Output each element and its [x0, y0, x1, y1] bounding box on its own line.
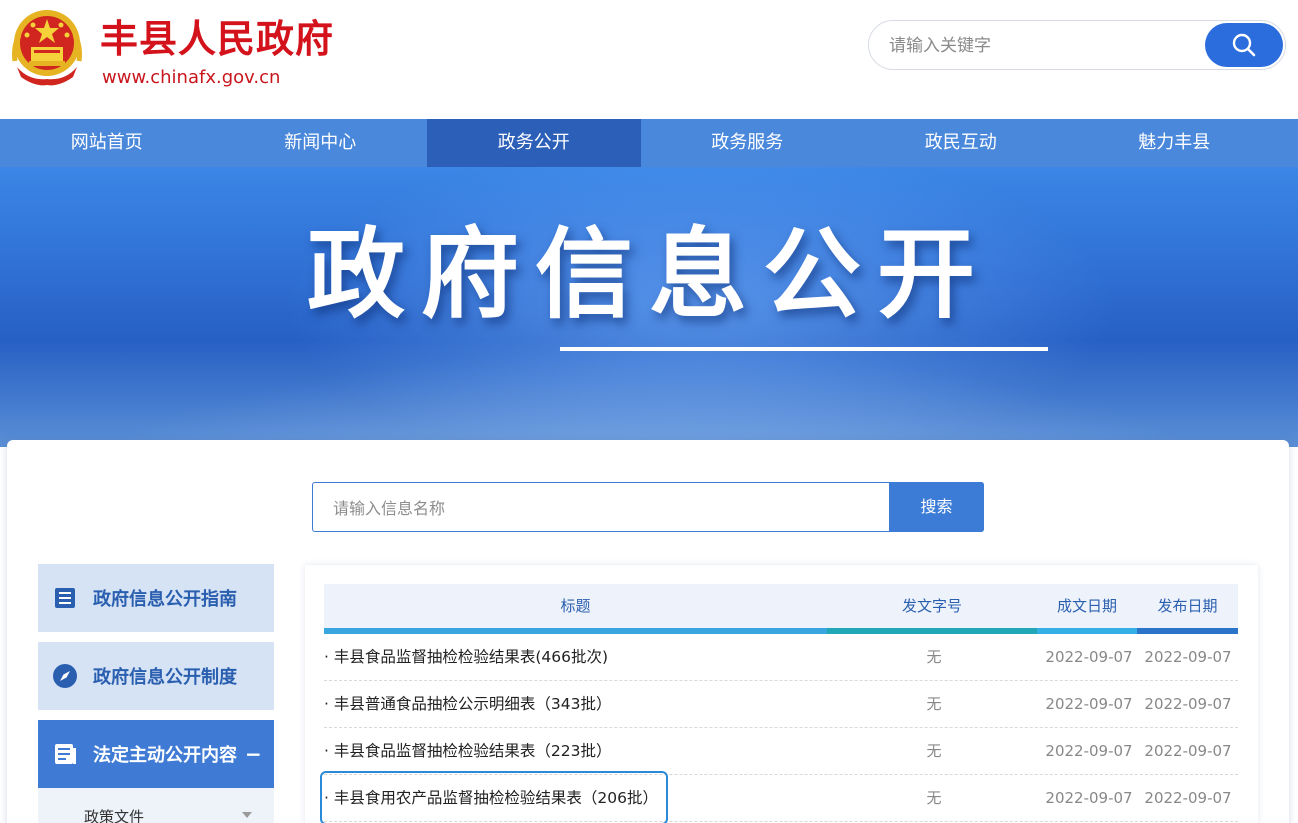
row-published-date: 2022-09-07	[1144, 648, 1232, 666]
row-title-link[interactable]: · 丰县普通食品抽检公示明细表（343批）	[324, 681, 611, 727]
site-search-input[interactable]	[889, 33, 1189, 59]
banner-hill	[0, 317, 1298, 447]
row-published-date: 2022-09-07	[1144, 742, 1232, 760]
nav-item-gov-services[interactable]: 政务服务	[641, 119, 855, 167]
row-doc-number: 无	[926, 742, 942, 760]
row-doc-number: 无	[926, 648, 942, 666]
sidebar-item-statutory-content[interactable]: 法定主动公开内容 −	[38, 720, 274, 788]
site-url[interactable]: www.chinafx.gov.cn	[102, 66, 280, 90]
site-title[interactable]: 丰县人民政府	[100, 14, 334, 64]
row-created-date: 2022-09-07	[1045, 648, 1133, 666]
nav-item-gov-affairs-open[interactable]: 政务公开	[427, 119, 641, 167]
main-nav: 网站首页 新闻中心 政务公开 政务服务 政民互动 魅力丰县	[0, 119, 1298, 167]
site-search-box	[868, 20, 1286, 70]
banner-title: 政府信息公开	[306, 218, 991, 332]
site-search-button[interactable]	[1205, 23, 1283, 67]
banner-underline	[560, 347, 1048, 351]
info-search-button[interactable]: 搜索	[889, 482, 984, 532]
sidebar-subitem-policy-docs[interactable]: 政策文件	[38, 788, 274, 823]
column-header-published-date: 发布日期	[1157, 597, 1218, 615]
row-title-link[interactable]: · 丰县食品监督抽检检验结果表（223批）	[324, 728, 611, 774]
sidebar-item-disclosure-guide[interactable]: 政府信息公开指南	[38, 564, 274, 632]
nav-item-news[interactable]: 新闻中心	[214, 119, 428, 167]
table-row: · 丰县食用农产品监督抽检检验结果表（206批） 无 2022-09-07 20…	[320, 771, 1238, 823]
sidebar-subitem-label: 政策文件	[84, 808, 145, 823]
nav-item-charm-fengxian[interactable]: 魅力丰县	[1068, 119, 1282, 167]
row-title-link[interactable]: · 丰县食用农产品监督抽检检验结果表（206批）	[320, 771, 668, 823]
hero-banner: 政府信息公开	[0, 167, 1298, 447]
sidebar-item-label: 政府信息公开指南	[93, 589, 237, 610]
table-header: 标题 发文字号 成文日期 发布日期	[324, 584, 1238, 634]
table-row: · 丰县食品监督抽检检验结果表(466批次) 无 2022-09-07 2022…	[324, 634, 1238, 681]
row-doc-number: 无	[926, 789, 942, 807]
row-published-date: 2022-09-07	[1144, 789, 1232, 807]
column-header-doc-number: 发文字号	[901, 597, 962, 615]
nav-item-interaction[interactable]: 政民互动	[854, 119, 1068, 167]
sidebar-item-label: 政府信息公开制度	[93, 667, 237, 688]
row-title-link[interactable]: · 丰县食品监督抽检检验结果表(466批次)	[324, 634, 608, 680]
nav-item-home[interactable]: 网站首页	[0, 119, 214, 167]
table-row: · 丰县食品监督抽检检验结果表（223批） 无 2022-09-07 2022-…	[324, 728, 1238, 775]
collapse-toggle[interactable]: −	[245, 742, 262, 766]
row-doc-number: 无	[926, 695, 942, 713]
national-emblem-icon[interactable]	[9, 7, 85, 87]
compass-icon	[52, 663, 78, 689]
caret-down-icon	[242, 812, 252, 818]
row-created-date: 2022-09-07	[1045, 742, 1133, 760]
info-search-input[interactable]	[333, 495, 873, 521]
row-published-date: 2022-09-07	[1144, 695, 1232, 713]
search-icon	[1232, 33, 1256, 57]
table-row: · 丰县普通食品抽检公示明细表（343批） 无 2022-09-07 2022-…	[324, 681, 1238, 728]
list-document-icon	[52, 585, 78, 611]
column-header-title: 标题	[560, 597, 591, 615]
info-search-box: 搜索	[312, 482, 984, 532]
row-created-date: 2022-09-07	[1045, 789, 1133, 807]
sidebar-item-disclosure-system[interactable]: 政府信息公开制度	[38, 642, 274, 710]
row-created-date: 2022-09-07	[1045, 695, 1133, 713]
sidebar-item-label: 法定主动公开内容	[93, 745, 237, 766]
document-stack-icon	[52, 741, 78, 767]
site-header: 丰县人民政府 www.chinafx.gov.cn	[0, 0, 1298, 119]
column-header-created-date: 成文日期	[1056, 597, 1117, 615]
